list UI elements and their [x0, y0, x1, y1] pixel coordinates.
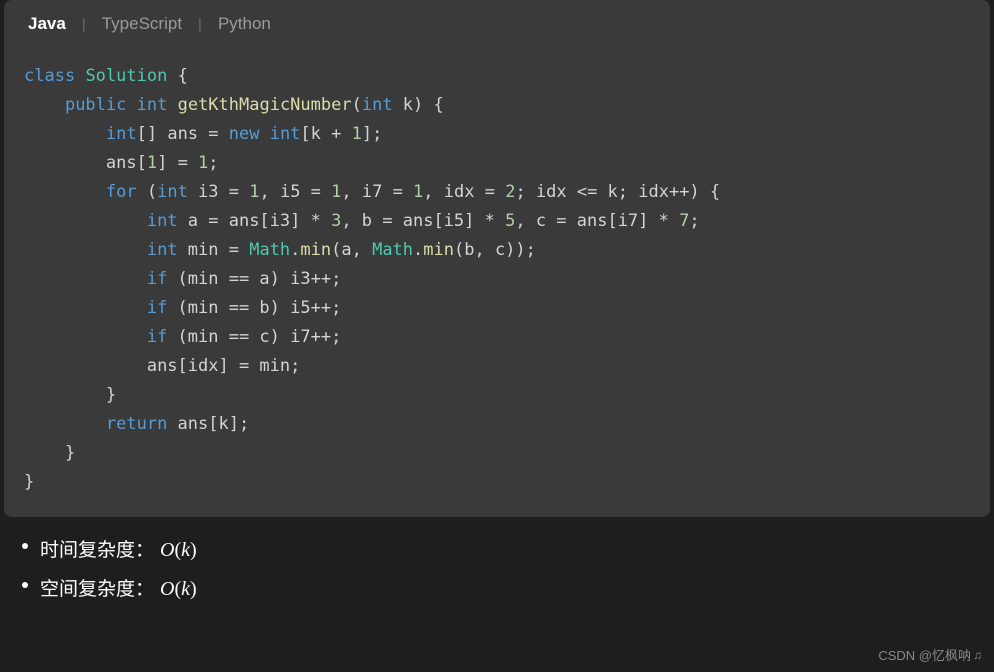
tab-divider: |	[82, 16, 86, 33]
code-line-1: class Solution {	[24, 62, 970, 91]
code-container: Java | TypeScript | Python class Solutio…	[4, 0, 990, 517]
code-line-15: }	[24, 468, 970, 497]
time-complexity-label: 时间复杂度：	[40, 535, 154, 562]
tab-python[interactable]: Python	[214, 14, 275, 34]
bullet-icon	[22, 543, 28, 549]
code-line-3: int[] ans = new int[k + 1];	[24, 120, 970, 149]
code-line-7: int min = Math.min(a, Math.min(b, c));	[24, 236, 970, 265]
space-complexity: 空间复杂度： O(k)	[40, 574, 964, 601]
watermark-text: CSDN @忆枫呐	[878, 645, 971, 664]
time-complexity: 时间复杂度： O(k)	[40, 535, 964, 562]
code-line-11: ans[idx] = min;	[24, 352, 970, 381]
tab-java[interactable]: Java	[24, 14, 70, 34]
tab-typescript[interactable]: TypeScript	[98, 14, 186, 34]
music-note-icon: ♫	[973, 648, 982, 662]
code-line-12: }	[24, 381, 970, 410]
code-block: class Solution { public int getKthMagicN…	[4, 48, 990, 517]
code-line-9: if (min == b) i5++;	[24, 294, 970, 323]
code-line-8: if (min == a) i3++;	[24, 265, 970, 294]
watermark: CSDN @忆枫呐 ♫	[878, 645, 982, 664]
code-line-4: ans[1] = 1;	[24, 149, 970, 178]
code-line-10: if (min == c) i7++;	[24, 323, 970, 352]
code-line-13: return ans[k];	[24, 410, 970, 439]
tab-divider: |	[198, 16, 202, 33]
code-line-14: }	[24, 439, 970, 468]
code-line-6: int a = ans[i3] * 3, b = ans[i5] * 5, c …	[24, 207, 970, 236]
bullet-icon	[22, 582, 28, 588]
complexity-list: 时间复杂度： O(k) 空间复杂度： O(k)	[40, 535, 964, 601]
tab-bar: Java | TypeScript | Python	[4, 0, 990, 48]
code-line-5: for (int i3 = 1, i5 = 1, i7 = 1, idx = 2…	[24, 178, 970, 207]
space-complexity-label: 空间复杂度：	[40, 574, 154, 601]
time-complexity-formula: O(k)	[160, 539, 197, 562]
code-line-2: public int getKthMagicNumber(int k) {	[24, 91, 970, 120]
space-complexity-formula: O(k)	[160, 578, 197, 601]
